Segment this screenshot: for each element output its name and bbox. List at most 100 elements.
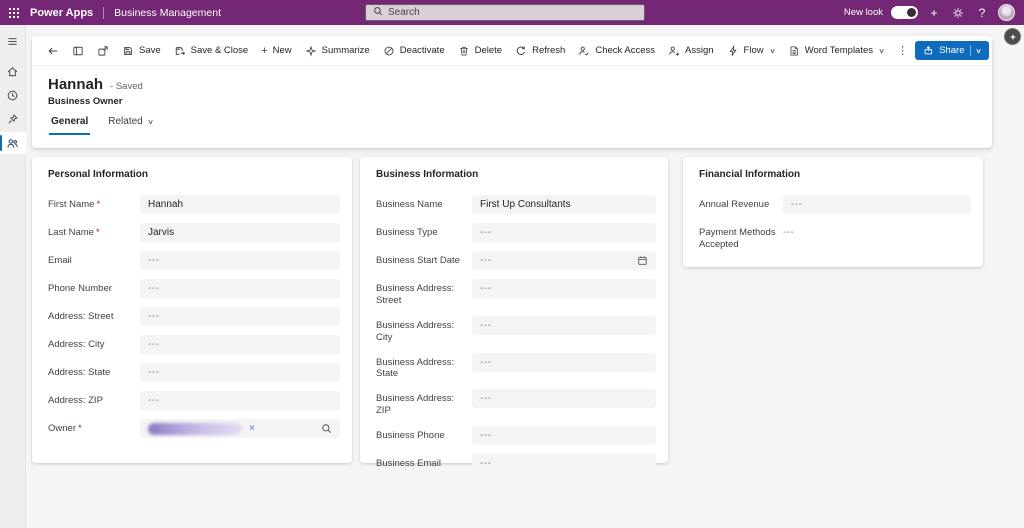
field-value: --- bbox=[480, 356, 492, 368]
address-zip-input[interactable]: --- bbox=[140, 391, 340, 410]
business-type-input[interactable]: --- bbox=[472, 223, 656, 242]
field-label: Address: City bbox=[48, 339, 105, 350]
word-templates-button[interactable]: Word Templates ∨ bbox=[782, 41, 890, 61]
owner-input[interactable]: × bbox=[140, 419, 340, 438]
business-start-date-input[interactable]: --- bbox=[472, 251, 656, 270]
field-row-business-email: Business Email --- bbox=[376, 454, 656, 473]
card-financial-information: Financial Information Annual Revenue --- Pa… bbox=[683, 157, 983, 267]
field-value: --- bbox=[480, 283, 492, 294]
annual-revenue-input[interactable]: --- bbox=[783, 195, 971, 214]
arrow-left-icon bbox=[48, 47, 58, 54]
gear-icon bbox=[953, 7, 963, 18]
waffle-icon bbox=[9, 7, 11, 10]
assign-button[interactable]: Assign bbox=[662, 41, 720, 61]
new-button[interactable]: + New bbox=[255, 41, 297, 60]
phone-number-input[interactable]: --- bbox=[140, 279, 340, 298]
nav-home-button[interactable] bbox=[0, 60, 26, 82]
business-name-input[interactable]: First Up Consultants bbox=[472, 195, 656, 214]
add-button[interactable]: + bbox=[926, 3, 942, 23]
nav-business-owners-button[interactable] bbox=[0, 132, 26, 154]
tab-general-label: General bbox=[51, 116, 89, 127]
field-row-phone-number: Phone Number --- bbox=[48, 279, 340, 298]
business-email-input[interactable]: --- bbox=[472, 454, 656, 473]
field-value: --- bbox=[480, 227, 492, 238]
save-label: Save bbox=[139, 45, 161, 56]
back-button[interactable] bbox=[41, 41, 65, 61]
field-value: --- bbox=[148, 255, 160, 266]
new-look-label: New look bbox=[843, 7, 883, 18]
search-icon bbox=[373, 6, 383, 19]
side-pane-icon bbox=[73, 46, 83, 55]
nav-recent-button[interactable] bbox=[0, 84, 26, 106]
flow-button[interactable]: Flow ∨ bbox=[721, 41, 781, 61]
field-label: Payment Methods Accepted bbox=[699, 227, 776, 250]
check-access-label: Check Access bbox=[595, 45, 656, 56]
field-label: Business Type bbox=[376, 227, 438, 238]
first-name-input[interactable]: Hannah bbox=[140, 195, 340, 214]
field-row-business-phone: Business Phone --- bbox=[376, 426, 656, 445]
field-row-owner: Owner * × bbox=[48, 419, 340, 438]
business-address-street-input[interactable]: --- bbox=[472, 279, 656, 298]
open-in-new-window-button[interactable] bbox=[91, 41, 115, 61]
field-row-payment-methods-accepted: Payment Methods Accepted --- bbox=[699, 223, 971, 251]
business-phone-input[interactable]: --- bbox=[472, 426, 656, 445]
form-pane-button[interactable] bbox=[66, 41, 90, 61]
field-label: Address: ZIP bbox=[48, 395, 103, 406]
chevron-down-icon[interactable]: ∨ bbox=[975, 47, 982, 55]
business-address-state-input[interactable]: --- bbox=[472, 352, 656, 372]
field-label: Owner * bbox=[48, 423, 82, 434]
card-personal-information: Personal Information First Name * Hannah Las… bbox=[32, 157, 352, 463]
lookup-search-icon[interactable] bbox=[321, 423, 332, 434]
remove-lookup-icon[interactable]: × bbox=[249, 423, 255, 434]
field-value: --- bbox=[148, 283, 160, 294]
summarize-button[interactable]: Summarize bbox=[299, 41, 376, 61]
share-button[interactable]: Share ∨ bbox=[915, 41, 989, 60]
nav-menu-button[interactable] bbox=[0, 30, 26, 52]
app-name[interactable]: Power Apps bbox=[30, 7, 93, 19]
tab-general[interactable]: General bbox=[49, 116, 91, 135]
chevron-down-icon: ∨ bbox=[146, 118, 154, 126]
field-row-annual-revenue: Annual Revenue --- bbox=[699, 195, 971, 214]
tab-related[interactable]: Related ∨ bbox=[106, 116, 155, 135]
help-button[interactable]: ? bbox=[974, 3, 990, 23]
save-button[interactable]: Save bbox=[116, 41, 167, 61]
field-label: First Name * bbox=[48, 199, 101, 210]
refresh-button[interactable]: Refresh bbox=[509, 41, 571, 61]
field-value: --- bbox=[480, 393, 492, 405]
date-picker-icon[interactable] bbox=[637, 255, 648, 266]
person-check-icon bbox=[579, 46, 590, 56]
account-avatar[interactable] bbox=[998, 4, 1015, 21]
address-city-input[interactable]: --- bbox=[140, 335, 340, 354]
record-entity-type: Business Owner bbox=[48, 96, 123, 107]
field-label: Business Address: City bbox=[376, 319, 455, 343]
field-value: First Up Consultants bbox=[480, 199, 571, 210]
global-search-box[interactable]: Search bbox=[365, 4, 645, 21]
new-look-toggle[interactable] bbox=[891, 6, 918, 19]
field-label: Address: Street bbox=[48, 311, 114, 322]
field-row-business-address-state: Business Address: State --- bbox=[376, 352, 656, 381]
field-row-email: Email --- bbox=[48, 251, 340, 270]
field-row-business-type: Business Type --- bbox=[376, 223, 656, 242]
nav-pinned-button[interactable] bbox=[0, 108, 26, 130]
business-address-zip-input[interactable]: --- bbox=[472, 389, 656, 409]
field-row-business-address-city: Business Address: City --- bbox=[376, 315, 656, 344]
settings-button[interactable] bbox=[950, 3, 966, 23]
save-and-close-label: Save & Close bbox=[190, 45, 249, 56]
business-address-city-input[interactable]: --- bbox=[472, 315, 656, 335]
copilot-panel-button[interactable] bbox=[1004, 28, 1021, 45]
address-state-input[interactable]: --- bbox=[140, 363, 340, 382]
field-label: Business Name bbox=[376, 199, 443, 210]
ban-icon bbox=[384, 46, 394, 55]
check-access-button[interactable]: Check Access bbox=[572, 41, 661, 61]
card-title: Business Information bbox=[376, 169, 479, 180]
email-input[interactable]: --- bbox=[140, 251, 340, 270]
last-name-input[interactable]: Jarvis bbox=[140, 223, 340, 242]
field-row-last-name: Last Name * Jarvis bbox=[48, 223, 340, 242]
app-launcher-button[interactable] bbox=[0, 0, 28, 25]
more-commands-button[interactable]: ⋮ bbox=[891, 42, 914, 60]
delete-button[interactable]: Delete bbox=[452, 41, 508, 61]
deactivate-button[interactable]: Deactivate bbox=[377, 41, 451, 61]
address-street-input[interactable]: --- bbox=[140, 307, 340, 326]
field-value: Jarvis bbox=[148, 227, 175, 238]
save-and-close-button[interactable]: Save & Close bbox=[168, 41, 255, 61]
